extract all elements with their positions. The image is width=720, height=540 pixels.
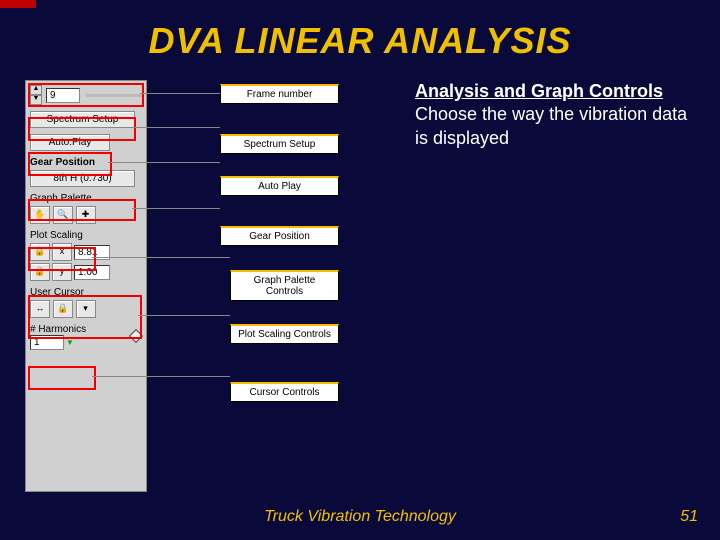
harmonics-label: # Harmonics xyxy=(30,324,86,335)
spectrum-setup-button[interactable]: Spectrum Setup xyxy=(30,111,135,128)
cursor-opts-icon[interactable]: ▾ xyxy=(76,300,96,318)
hand-icon[interactable]: ✋ xyxy=(30,206,50,224)
label-graph: Graph Palette Controls xyxy=(230,270,339,301)
chevron-down-icon[interactable]: ▼ xyxy=(66,338,74,347)
body-heading: Analysis and Graph Controls xyxy=(415,81,663,101)
conn-gear xyxy=(132,208,220,209)
footer-text: Truck Vibration Technology xyxy=(0,508,720,526)
conn-frame xyxy=(140,93,220,94)
plot-scaling-label: Plot Scaling xyxy=(30,230,142,241)
tool-icon[interactable]: ✚ xyxy=(76,206,96,224)
plot-val-2[interactable]: 1.00 xyxy=(74,265,110,280)
gear-position-value[interactable]: 8th H (0.730) xyxy=(30,170,135,187)
user-cursor-label: User Cursor xyxy=(30,287,142,298)
label-gear: Gear Position xyxy=(220,226,339,246)
conn-cursor xyxy=(92,376,230,377)
body-text: Analysis and Graph Controls Choose the w… xyxy=(415,80,705,150)
label-frame: Frame number xyxy=(220,84,339,104)
nav-diamond[interactable] xyxy=(129,328,143,342)
accent-bar xyxy=(0,0,36,8)
autoplay-button[interactable]: Auto.Play xyxy=(30,134,110,151)
label-cursor: Cursor Controls xyxy=(230,382,339,402)
graph-palette-label: Graph Palette xyxy=(30,193,142,204)
conn-plot xyxy=(138,315,230,316)
label-autoplay: Auto Play xyxy=(220,176,339,196)
cursor-lock-icon[interactable]: 🔒 xyxy=(53,300,73,318)
scale-x-icon[interactable]: x xyxy=(52,243,72,261)
controls-panel: ▲▼ 9 Spectrum Setup Auto.Play Gear Posit… xyxy=(25,80,147,492)
scale-y-icon[interactable]: y xyxy=(52,263,72,281)
frame-stepper[interactable]: ▲▼ xyxy=(30,85,42,105)
zoom-icon[interactable]: 🔍 xyxy=(53,206,73,224)
harmonics-value[interactable]: 1 xyxy=(30,335,64,350)
lock-x-icon[interactable]: 🔒 xyxy=(30,243,50,261)
slide-title: DVA LINEAR ANALYSIS xyxy=(0,20,720,62)
cursor-move-icon[interactable]: ↔ xyxy=(30,300,50,318)
conn-spectrum xyxy=(132,127,220,128)
lock-y-icon[interactable]: 🔒 xyxy=(30,263,50,281)
frame-value[interactable]: 9 xyxy=(46,88,80,103)
label-spectrum: Spectrum Setup xyxy=(220,134,339,154)
body-desc: Choose the way the vibration data is dis… xyxy=(415,104,687,147)
conn-autoplay xyxy=(108,162,220,163)
conn-graph xyxy=(92,257,230,258)
label-plot: Plot Scaling Controls xyxy=(230,324,339,344)
frame-slider[interactable] xyxy=(86,94,142,97)
page-number: 51 xyxy=(680,508,698,526)
